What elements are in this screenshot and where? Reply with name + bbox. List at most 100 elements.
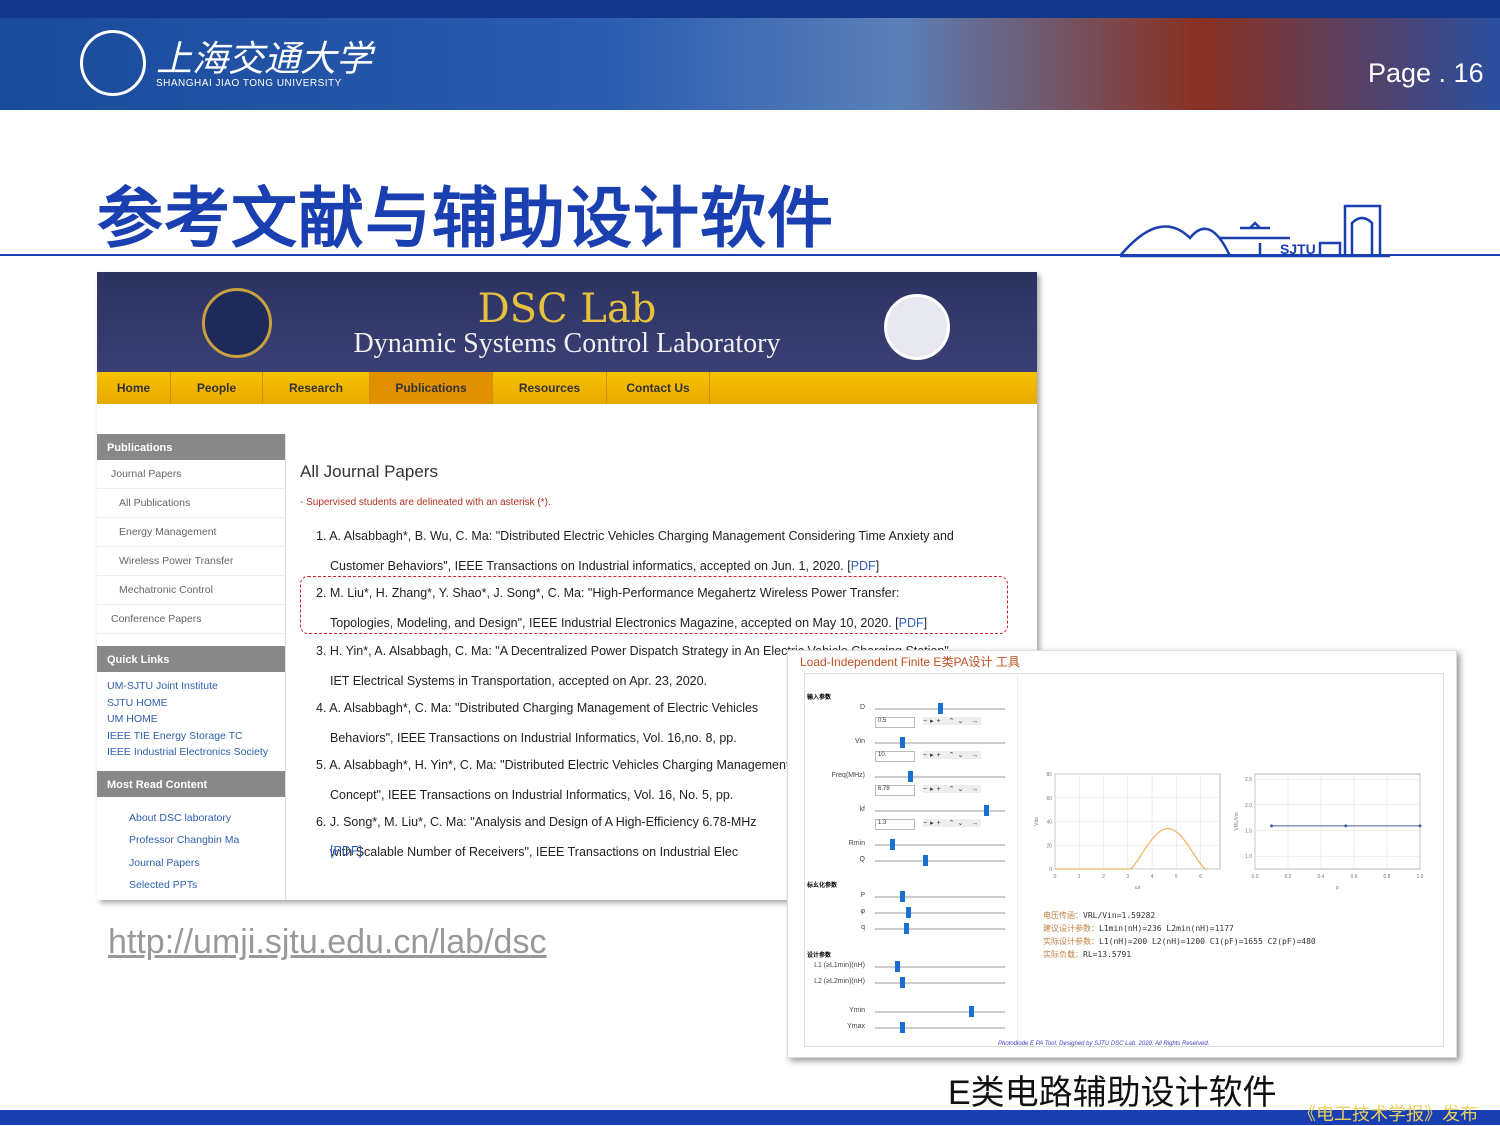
reference-text: Customer Behaviors", IEEE Transactions o… <box>330 559 851 573</box>
sidebar-item-mechatronic[interactable]: Mechatronic Control <box>97 576 285 605</box>
sidebar: Publications Journal Papers All Publicat… <box>97 434 285 900</box>
quick-link[interactable]: IEEE TIE Energy Storage TC <box>97 728 285 745</box>
section-input-params: 输入参数 <box>807 695 832 701</box>
slide-title: 参考文献与辅助设计软件 <box>97 180 834 257</box>
slider-thumb[interactable] <box>922 855 928 866</box>
animation-controls[interactable]: −▸+ ⌃⌄ → <box>923 717 982 725</box>
header-strip <box>0 0 1500 18</box>
slider-thumb[interactable] <box>900 1022 905 1033</box>
x-tick-label: 5 <box>1175 874 1178 880</box>
quick-link[interactable]: SJTU HOME <box>97 695 285 712</box>
reference-item: 1. A. Alsabbagh*, B. Wu, C. Ma: "Distrib… <box>316 529 954 543</box>
y-tick-label: 80 <box>1046 772 1052 778</box>
most-read-link[interactable]: Selected PPTs <box>97 874 285 897</box>
animation-controls[interactable]: −▸+ ⌃⌄ → <box>923 819 982 827</box>
slider-thumb[interactable] <box>983 805 989 816</box>
controls-panel: 输入参数 标幺化参数 设计参数 D 0.5 −▸+ ⌃⌄ → Vin 10. −▸+ ⌃⌄… <box>805 674 1018 1046</box>
animation-controls[interactable]: −▸+ ⌃⌄ → <box>923 785 982 793</box>
quick-link[interactable]: IEEE Industrial Electronics Society <box>97 744 285 761</box>
sidebar-item-energy-management[interactable]: Energy Management <box>97 518 285 547</box>
slider-thumb[interactable] <box>906 907 912 918</box>
parameter-slider[interactable] <box>875 737 1005 748</box>
sidebar-item-journal-papers[interactable]: Journal Papers <box>97 460 285 489</box>
bracket: ] <box>875 559 880 573</box>
slider-thumb[interactable] <box>937 703 943 714</box>
parameter-slider[interactable] <box>875 1022 1005 1033</box>
nav-home[interactable]: Home <box>97 372 171 404</box>
y-tick-label: 60 <box>1046 796 1052 802</box>
plot-frame <box>1254 773 1421 870</box>
asterisk-note: - Supervised students are delineated wit… <box>300 497 551 508</box>
animation-controls[interactable]: −▸+ ⌃⌄ → <box>923 751 982 759</box>
parameter-slider[interactable] <box>875 907 1005 918</box>
parameter-slider[interactable] <box>875 961 1005 972</box>
slider-thumb[interactable] <box>907 771 913 782</box>
slider-label: L1 (≥L1min)(nH) <box>814 962 865 969</box>
nav-people[interactable]: People <box>171 372 263 404</box>
section-normalized-params: 标幺化参数 <box>807 883 838 889</box>
lab-url[interactable]: http://umji.sjtu.edu.cn/lab/dsc <box>108 923 546 962</box>
slider-thumb[interactable] <box>900 891 905 902</box>
value-input[interactable]: 10. <box>875 751 915 762</box>
quick-link[interactable]: UM HOME <box>97 711 285 728</box>
parameter-slider[interactable] <box>875 805 1005 816</box>
pdf-link[interactable]: PDF <box>851 559 876 573</box>
section-design-params: 设计参数 <box>807 953 832 959</box>
sidebar-item-conference-papers[interactable]: Conference Papers <box>97 605 285 634</box>
university-name-cn: 上海交通大学 <box>156 39 373 80</box>
campus-skyline-logo: SJTU <box>1120 204 1390 258</box>
slider-thumb[interactable] <box>900 977 905 988</box>
parameter-slider[interactable] <box>875 839 1005 850</box>
parameter-slider[interactable] <box>875 923 1005 934</box>
slider-thumb[interactable] <box>968 1006 974 1017</box>
value-input[interactable]: 1.3 <box>875 819 915 830</box>
value-input[interactable]: 6.78 <box>875 785 915 796</box>
tool-title: Load-Independent Finite E类PA设计 工具 <box>800 655 1020 669</box>
sidebar-item-wpt[interactable]: Wireless Power Transfer <box>97 547 285 576</box>
lab-title: DSC Lab <box>477 286 657 332</box>
slider-label: Vin <box>855 738 865 745</box>
quick-link[interactable]: UM-SJTU Joint Institute <box>97 678 285 695</box>
slider-thumb[interactable] <box>903 923 909 934</box>
vds-chart: 0 1 2 3 4 5 6020406080ωtVds <box>1034 772 1221 891</box>
reference-text: Behaviors", IEEE Transactions on Industr… <box>330 731 737 745</box>
x-axis-label: ωt <box>1135 885 1141 891</box>
site-nav: Home People Research Publications Resour… <box>97 372 1037 404</box>
most-read-link[interactable]: About DSC laboratory <box>97 807 285 830</box>
y-tick-label: 1.5 <box>1245 828 1252 834</box>
gain-point <box>1344 824 1348 828</box>
slider-label: Ymin <box>849 1007 865 1014</box>
nav-resources[interactable]: Resources <box>493 372 607 404</box>
parameter-slider[interactable] <box>875 855 1005 866</box>
result-line: 实际设计参数：L1(nH)=200 L2(nH)=1200 C1(pF)=165… <box>1043 937 1316 946</box>
journal-watermark: 《电工技术学报》发布 <box>1298 1104 1478 1124</box>
sidebar-item-all-publications[interactable]: All Publications <box>97 489 285 518</box>
parameter-slider[interactable] <box>875 977 1005 988</box>
main-heading: All Journal Papers <box>300 462 438 481</box>
slider-label: Rmin <box>848 840 865 847</box>
y-tick-label: 0 <box>1049 867 1052 873</box>
tool-frame: 输入参数 标幺化参数 设计参数 D 0.5 −▸+ ⌃⌄ → Vin 10. −▸+ ⌃⌄… <box>804 673 1444 1047</box>
slider-label: Freq(MHz) <box>831 772 865 779</box>
y-axis-label: Vds <box>1034 817 1040 826</box>
parameter-slider[interactable] <box>875 703 1005 714</box>
parameter-slider[interactable] <box>875 891 1005 902</box>
slider-thumb[interactable] <box>900 737 905 748</box>
gain-point <box>1418 824 1422 828</box>
x-tick-label: 0.2 <box>1285 874 1292 880</box>
most-read-link[interactable]: Journal Papers <box>97 852 285 875</box>
slider-label: φ <box>860 908 865 915</box>
svg-text:SJTU: SJTU <box>1280 241 1316 257</box>
slider-thumb[interactable] <box>895 961 900 972</box>
x-tick-label: 0.8 <box>1384 874 1391 880</box>
value-input[interactable]: 0.5 <box>875 717 915 728</box>
slider-thumb[interactable] <box>890 839 895 850</box>
x-tick-label: 0 <box>1054 874 1057 880</box>
parameter-slider[interactable] <box>875 771 1005 782</box>
nav-publications[interactable]: Publications <box>370 372 493 404</box>
parameter-slider[interactable] <box>875 1006 1005 1017</box>
nav-contact-us[interactable]: Contact Us <box>607 372 710 404</box>
y-axis-label: VRL/Vin <box>1234 812 1240 830</box>
nav-research[interactable]: Research <box>263 372 370 404</box>
most-read-link[interactable]: Professor Changbin Ma <box>97 829 285 852</box>
